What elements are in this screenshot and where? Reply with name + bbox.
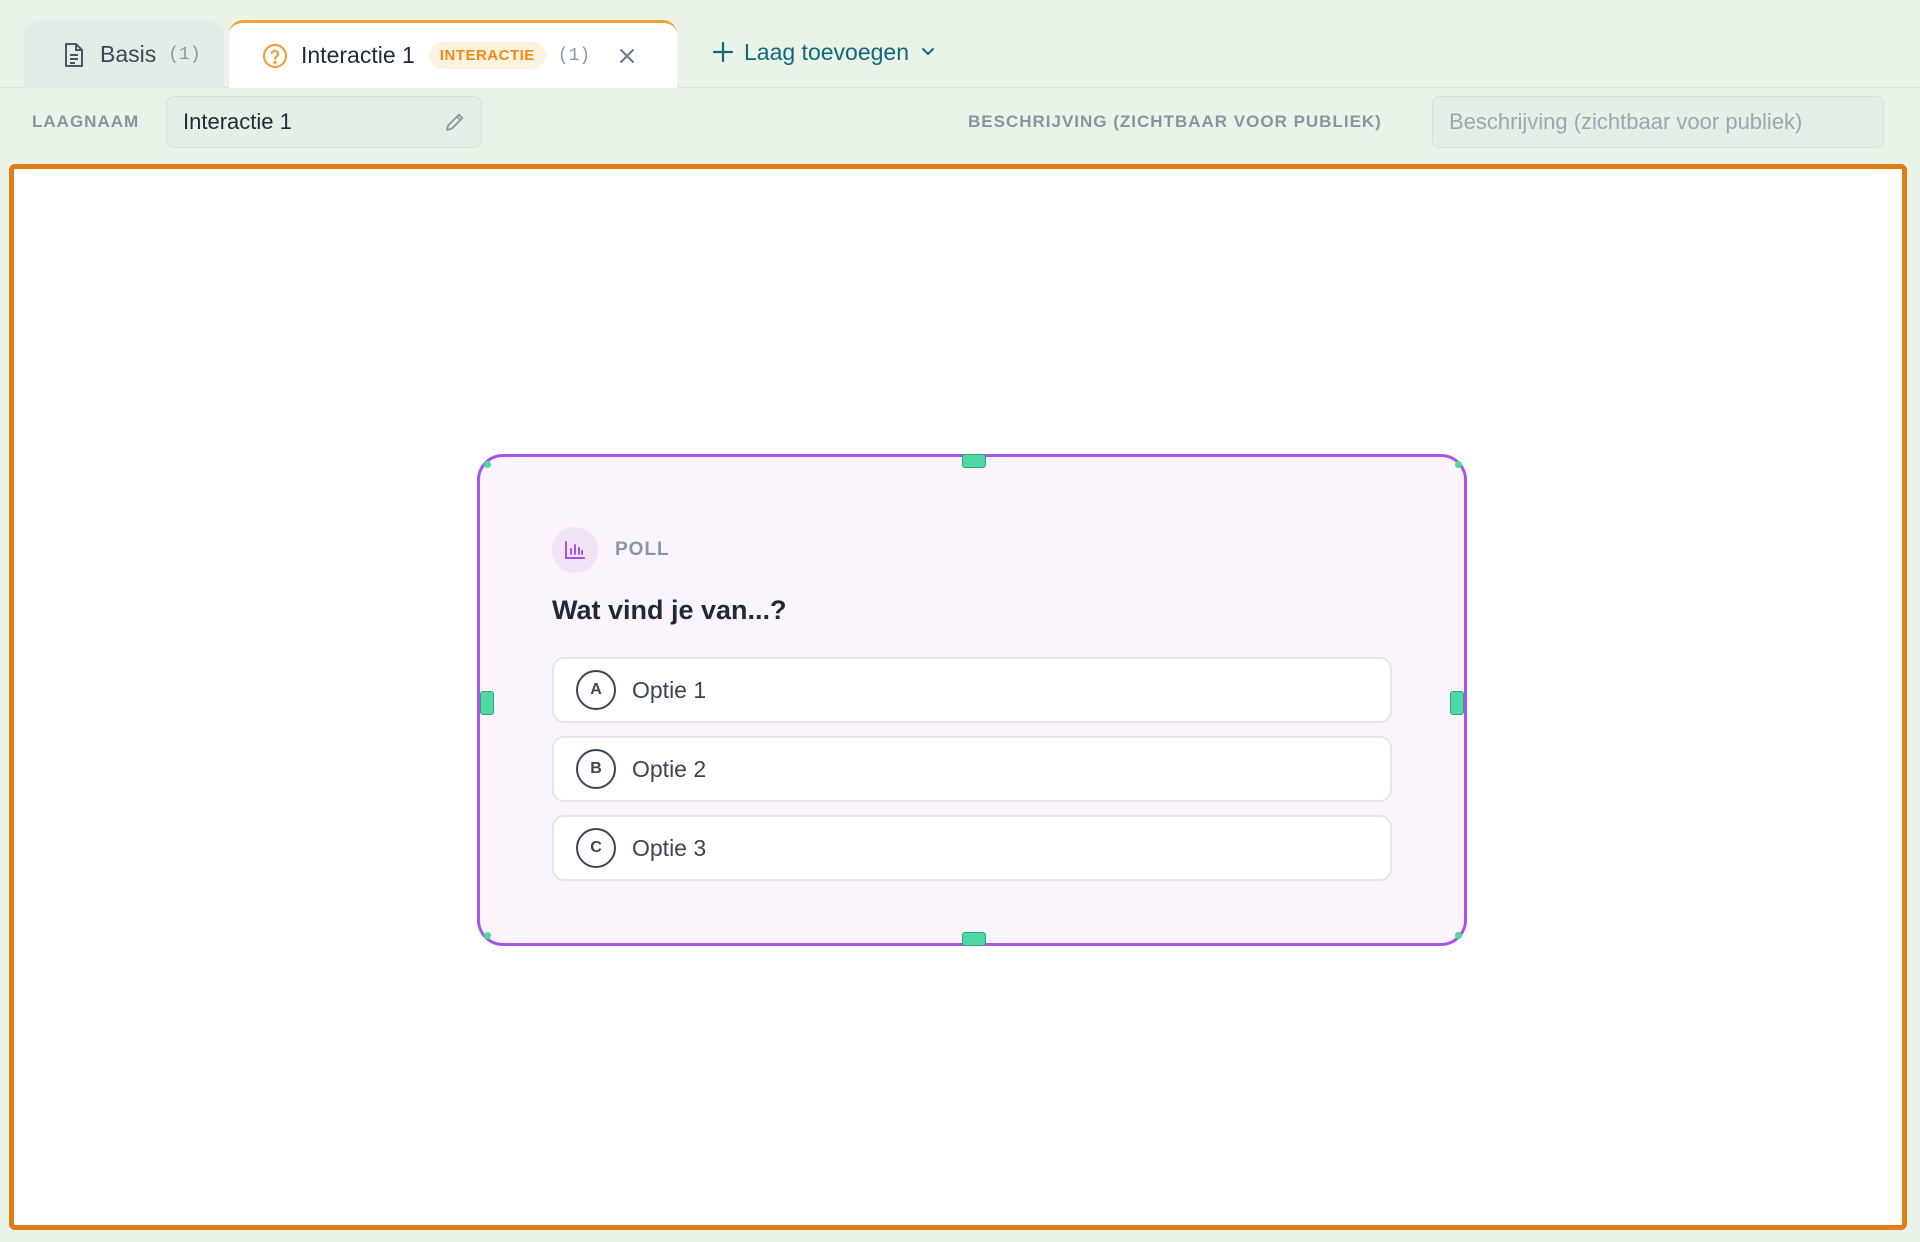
add-layer-button[interactable]: Laag toevoegen (712, 32, 935, 72)
tab-label: Interactie 1 (301, 42, 415, 68)
layer-name-field[interactable]: Interactie 1 (166, 96, 482, 148)
tab-count: (1) (168, 44, 201, 65)
resize-handle-bottom-right[interactable] (1455, 932, 1462, 939)
interaction-badge: INTERACTIE (428, 42, 546, 69)
pencil-icon[interactable] (443, 110, 467, 134)
resize-handle-top-right[interactable] (1455, 461, 1462, 468)
resize-handle-top[interactable] (962, 454, 986, 468)
add-layer-label: Laag toevoegen (744, 38, 909, 65)
resize-handle-left[interactable] (480, 691, 494, 715)
document-icon (60, 41, 88, 69)
close-icon[interactable] (616, 45, 638, 67)
tab-basis[interactable]: Basis (1) (24, 21, 224, 88)
description-label: BESCHRIJVING (ZICHTBAAR VOOR PUBLIEK) (968, 112, 1382, 131)
poll-type-label: POLL (615, 539, 670, 560)
poll-option[interactable]: A Optie 1 (552, 657, 1392, 723)
option-text: Optie 3 (632, 834, 707, 861)
description-placeholder: Beschrijving (zichtbaar voor publiek) (1449, 109, 1803, 134)
poll-card[interactable]: POLL Wat vind je van...? A Optie 1 B Opt… (477, 454, 1467, 946)
description-field[interactable]: Beschrijving (zichtbaar voor publiek) (1432, 96, 1884, 148)
chevron-down-icon (921, 47, 935, 57)
layer-tabs: Basis (1) Interactie 1 INTERACTIE (1) La… (0, 0, 1920, 88)
layer-name-label: LAAGNAAM (32, 112, 140, 131)
question-circle-icon (261, 42, 289, 70)
plus-icon (712, 41, 734, 63)
option-letter: C (576, 828, 616, 868)
poll-question: Wat vind je van...? (552, 595, 787, 625)
poll-option[interactable]: C Optie 3 (552, 815, 1392, 881)
bar-chart-icon (552, 527, 598, 573)
editor-canvas[interactable]: POLL Wat vind je van...? A Optie 1 B Opt… (9, 164, 1907, 1230)
layer-fields: LAAGNAAM Interactie 1 BESCHRIJVING (ZICH… (0, 96, 1920, 152)
tab-count: (1) (557, 45, 591, 66)
resize-handle-right[interactable] (1450, 691, 1464, 715)
option-text: Optie 1 (632, 676, 707, 703)
resize-handle-bottom[interactable] (962, 932, 986, 946)
option-text: Optie 2 (632, 755, 707, 782)
tab-label: Basis (100, 41, 157, 67)
poll-header: POLL (552, 527, 670, 573)
option-letter: A (576, 670, 616, 710)
layer-editor: Basis (1) Interactie 1 INTERACTIE (1) La… (0, 0, 1920, 1242)
tab-interactie-1[interactable]: Interactie 1 INTERACTIE (1) (229, 20, 677, 88)
option-letter: B (576, 749, 616, 789)
resize-handle-top-left[interactable] (484, 461, 491, 468)
poll-option[interactable]: B Optie 2 (552, 736, 1392, 802)
resize-handle-bottom-left[interactable] (484, 932, 491, 939)
layer-name-value: Interactie 1 (183, 109, 292, 134)
